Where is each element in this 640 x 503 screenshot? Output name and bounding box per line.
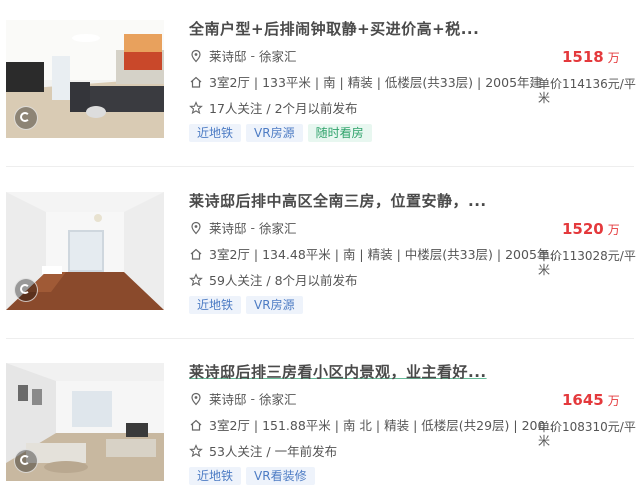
vr-360-icon[interactable] (14, 278, 38, 302)
house-icon (189, 75, 203, 89)
price-value: 1518 (562, 48, 604, 66)
star-icon (189, 272, 203, 287)
tag-list: 近地铁 VR房源 (189, 296, 303, 314)
price-value: 1645 (562, 391, 604, 409)
price-value: 1520 (562, 220, 604, 238)
tag-near-subway: 近地铁 (189, 467, 242, 485)
location-separator: - (250, 220, 256, 235)
follow-row: 17人关注 / 2个月以前发布 (189, 98, 358, 117)
unit-price: 单价114136元/平米 (538, 77, 636, 105)
star-icon (189, 443, 203, 458)
listing-title[interactable]: 全南户型+后排闹钟取静+买进价高+税... (189, 18, 479, 39)
listing-photo[interactable] (6, 363, 164, 481)
listing-card[interactable]: 全南户型+后排闹钟取静+买进价高+税... 莱诗邸 - 徐家汇 3室2厅 | 1… (0, 0, 640, 160)
house-icon (189, 418, 203, 432)
star-icon (189, 100, 203, 115)
total-price: 1518 万 (562, 48, 620, 66)
listing-card[interactable]: 莱诗邸后排三房看小区内景观，业主看好... 莱诗邸 - 徐家汇 3室2厅 | 1… (0, 343, 640, 503)
location-row: 莱诗邸 - 徐家汇 (189, 46, 297, 65)
house-info-text: 3室2厅 | 133平米 | 南 | 精装 | 低楼层(共33层) | 2005… (209, 75, 543, 90)
district-link[interactable]: 徐家汇 (259, 218, 297, 237)
tag-list: 近地铁 VR看装修 (189, 467, 315, 485)
house-info-row: 3室2厅 | 151.88平米 | 南 北 | 精装 | 低楼层(共29层) |… (189, 415, 557, 434)
location-separator: - (250, 48, 256, 63)
community-link[interactable]: 莱诗邸 (209, 218, 247, 237)
house-info-text: 3室2厅 | 134.48平米 | 南 | 精装 | 中楼层(共33层) | 2… (209, 247, 562, 262)
tag-vr: VR房源 (246, 296, 303, 314)
follow-text: 59人关注 / 8个月以前发布 (209, 273, 358, 288)
listing-card[interactable]: 莱诗邸后排中高区全南三房，位置安静，... 莱诗邸 - 徐家汇 3室2厅 | 1… (0, 172, 640, 332)
follow-text: 53人关注 / 一年前发布 (209, 444, 338, 459)
listing-divider (6, 166, 634, 167)
price-unit: 万 (607, 394, 620, 408)
listing-photo[interactable] (6, 192, 164, 310)
house-info-row: 3室2厅 | 133平米 | 南 | 精装 | 低楼层(共33层) | 2005… (189, 72, 542, 91)
house-icon (189, 247, 203, 261)
district-link[interactable]: 徐家汇 (259, 46, 297, 65)
house-info-text: 3室2厅 | 151.88平米 | 南 北 | 精装 | 低楼层(共29层) |… (209, 418, 558, 433)
total-price: 1520 万 (562, 220, 620, 238)
listing-photo[interactable] (6, 20, 164, 138)
tag-list: 近地铁 VR房源 随时看房 (189, 124, 372, 142)
total-price: 1645 万 (562, 391, 620, 409)
location-row: 莱诗邸 - 徐家汇 (189, 218, 297, 237)
community-link[interactable]: 莱诗邸 (209, 46, 247, 65)
location-pin-icon (189, 221, 203, 235)
price-unit: 万 (607, 51, 620, 65)
location-pin-icon (189, 392, 203, 406)
follow-row: 53人关注 / 一年前发布 (189, 441, 337, 460)
house-info-row: 3室2厅 | 134.48平米 | 南 | 精装 | 中楼层(共33层) | 2… (189, 244, 561, 263)
tag-near-subway: 近地铁 (189, 296, 242, 314)
price-unit: 万 (607, 223, 620, 237)
listing-divider (6, 338, 634, 339)
community-link[interactable]: 莱诗邸 (209, 389, 247, 408)
tag-vr: VR看装修 (246, 467, 315, 485)
tag-near-subway: 近地铁 (189, 124, 242, 142)
vr-360-icon[interactable] (14, 449, 38, 473)
unit-price: 单价113028元/平米 (538, 249, 636, 277)
listing-title[interactable]: 莱诗邸后排中高区全南三房，位置安静，... (189, 190, 487, 211)
vr-360-icon[interactable] (14, 106, 38, 130)
district-link[interactable]: 徐家汇 (259, 389, 297, 408)
location-row: 莱诗邸 - 徐家汇 (189, 389, 297, 408)
listing-title[interactable]: 莱诗邸后排三房看小区内景观，业主看好... (189, 361, 487, 382)
follow-text: 17人关注 / 2个月以前发布 (209, 101, 358, 116)
location-separator: - (250, 391, 256, 406)
tag-viewing-anytime: 随时看房 (307, 124, 372, 142)
location-pin-icon (189, 49, 203, 63)
unit-price: 单价108310元/平米 (538, 420, 636, 448)
follow-row: 59人关注 / 8个月以前发布 (189, 270, 358, 289)
tag-vr: VR房源 (246, 124, 303, 142)
